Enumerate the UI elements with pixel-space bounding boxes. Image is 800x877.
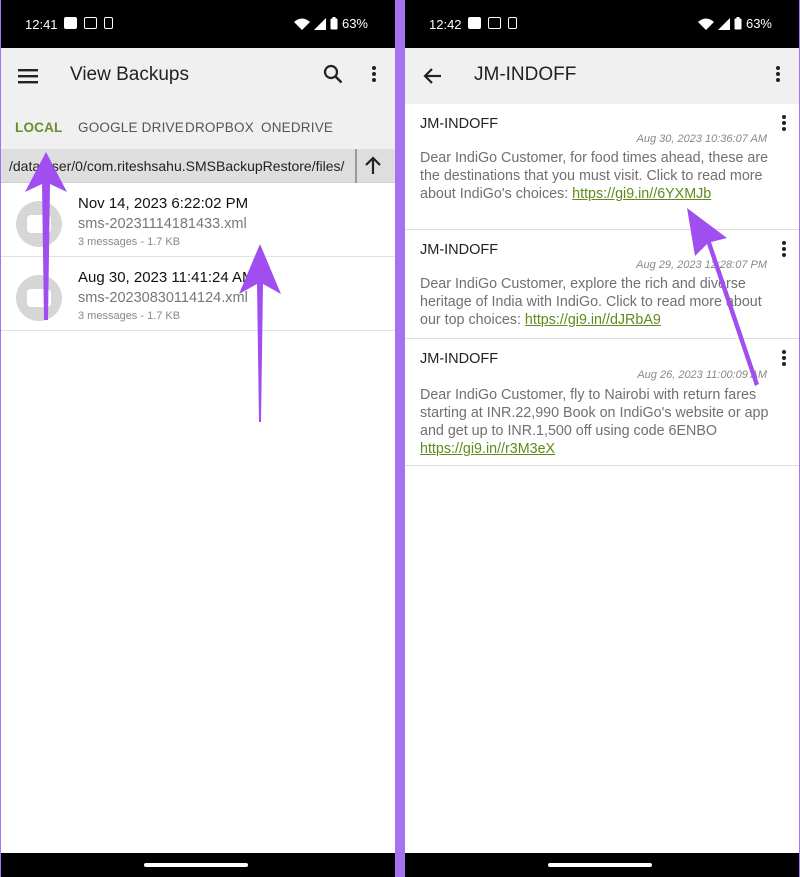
battery-percent: 63%	[745, 16, 772, 31]
signal-icon	[717, 17, 730, 30]
system-icons: 63%	[293, 16, 368, 31]
backup-date: Nov 14, 2023 6:22:02 PM	[78, 195, 249, 212]
message-link[interactable]: https://gi9.in//6YXMJb	[572, 186, 711, 202]
app-bar: JM-INDOFF	[405, 48, 799, 104]
message-item[interactable]: JM-INDOFF Aug 29, 2023 12:28:07 PM Dear …	[405, 230, 799, 339]
app-notification-icon	[468, 17, 481, 29]
message-body: Dear IndiGo Customer, fly to Nairobi wit…	[420, 386, 770, 458]
conversation-title: JM-INDOFF	[474, 64, 577, 85]
menu-icon[interactable]	[14, 62, 42, 90]
notification-icons	[468, 17, 517, 29]
battery-icon	[330, 17, 338, 30]
folder-path: /data/user/0/com.riteshsahu.SMSBackupRes…	[9, 158, 345, 174]
navigation-bar	[1, 853, 395, 877]
message-link[interactable]: https://gi9.in//dJRbA9	[525, 312, 661, 328]
status-time: 12:42	[429, 17, 462, 32]
message-sender: JM-INDOFF	[420, 116, 499, 132]
status-time: 12:41	[25, 17, 58, 32]
search-icon[interactable]	[319, 60, 347, 88]
tab-local[interactable]: LOCAL	[15, 120, 63, 135]
message-timestamp: Aug 29, 2023 12:28:07 PM	[636, 259, 767, 271]
message-icon	[16, 275, 62, 321]
app-notification-icon	[64, 17, 77, 29]
message-sender: JM-INDOFF	[420, 351, 499, 367]
back-arrow-icon[interactable]	[418, 62, 446, 90]
message-item[interactable]: JM-INDOFF Aug 30, 2023 10:36:07 AM Dear …	[405, 104, 799, 230]
wifi-icon	[697, 18, 714, 30]
home-gesture-handle[interactable]	[548, 863, 652, 867]
message-item[interactable]: JM-INDOFF Aug 26, 2023 11:00:09 AM Dear …	[405, 339, 799, 466]
more-options-icon[interactable]	[360, 60, 388, 88]
notification-icons	[64, 17, 113, 29]
message-text: Dear IndiGo Customer, fly to Nairobi wit…	[420, 387, 769, 439]
backup-meta: 3 messages - 1.7 KB	[78, 236, 181, 248]
view-backups-screen: 12:41 63% View Backups LOCAL GOOGLE DRIV…	[1, 0, 395, 877]
message-body: Dear IndiGo Customer, for food times ahe…	[420, 149, 770, 203]
backup-filename: sms-20231114181433.xml	[78, 216, 247, 232]
up-folder-icon[interactable]	[363, 154, 383, 181]
message-body: Dear IndiGo Customer, explore the rich a…	[420, 275, 770, 329]
phone-icon	[508, 17, 517, 29]
navigation-bar	[405, 853, 799, 877]
backup-list-item[interactable]: Aug 30, 2023 11:41:24 AM sms-20230830114…	[1, 257, 395, 331]
message-options-icon[interactable]	[781, 114, 787, 137]
tab-onedrive[interactable]: ONEDRIVE	[261, 120, 333, 135]
tab-google-drive[interactable]: GOOGLE DRIVE	[78, 120, 184, 135]
message-options-icon[interactable]	[781, 240, 787, 263]
message-timestamp: Aug 30, 2023 10:36:07 AM	[636, 133, 767, 145]
storage-tabs: LOCAL GOOGLE DRIVE DROPBOX ONEDRIVE	[1, 104, 395, 149]
phone-icon	[104, 17, 113, 29]
status-bar: 12:42 63%	[405, 0, 799, 48]
wifi-icon	[293, 18, 310, 30]
path-divider	[355, 149, 357, 183]
backup-meta: 3 messages - 1.7 KB	[78, 310, 181, 322]
signal-icon	[313, 17, 326, 30]
message-list: JM-INDOFF Aug 30, 2023 10:36:07 AM Dear …	[405, 104, 799, 466]
home-gesture-handle[interactable]	[144, 863, 248, 867]
status-bar: 12:41 63%	[1, 0, 395, 48]
battery-icon	[734, 17, 742, 30]
backup-list-item[interactable]: Nov 14, 2023 6:22:02 PM sms-202311141814…	[1, 183, 395, 257]
screenshot-icon	[84, 17, 97, 29]
backup-filename: sms-20230830114124.xml	[78, 290, 248, 306]
more-options-icon[interactable]	[764, 60, 792, 88]
message-link[interactable]: https://gi9.in//r3M3eX	[420, 441, 555, 457]
app-bar: View Backups	[1, 48, 395, 104]
system-icons: 63%	[697, 16, 772, 31]
message-icon	[16, 201, 62, 247]
tab-dropbox[interactable]: DROPBOX	[185, 120, 254, 135]
message-sender: JM-INDOFF	[420, 242, 499, 258]
message-timestamp: Aug 26, 2023 11:00:09 AM	[637, 369, 767, 381]
message-options-icon[interactable]	[781, 349, 787, 372]
screenshot-icon	[488, 17, 501, 29]
battery-percent: 63%	[341, 16, 368, 31]
backup-date: Aug 30, 2023 11:41:24 AM	[78, 269, 255, 286]
folder-path-bar: /data/user/0/com.riteshsahu.SMSBackupRes…	[1, 149, 395, 183]
conversation-screen: 12:42 63% JM-INDOFF JM-INDOFF Aug 30, 20…	[405, 0, 799, 877]
page-title: View Backups	[70, 64, 189, 85]
